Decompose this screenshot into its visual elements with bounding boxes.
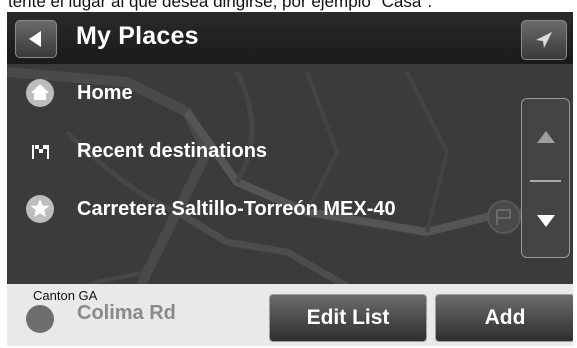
- checkered-flag-icon: [25, 136, 55, 166]
- places-list: Home Recent destinations Carretera Salti…: [7, 64, 512, 333]
- edit-list-button[interactable]: Edit List: [269, 294, 427, 342]
- list-item-recent-destinations[interactable]: Recent destinations: [7, 122, 512, 180]
- navigate-button[interactable]: [521, 20, 567, 60]
- add-button[interactable]: Add: [435, 294, 573, 342]
- map-place-label: Canton GA: [33, 288, 98, 303]
- home-icon: [25, 78, 55, 108]
- list-item-place[interactable]: Carretera Saltillo-Torreón MEX-40: [7, 180, 512, 238]
- page-title: My Places: [76, 22, 199, 50]
- list-item-label: Carretera Saltillo-Torreón MEX-40: [77, 197, 396, 220]
- title-bar: My Places: [7, 12, 573, 64]
- scroll-down-icon: [536, 215, 555, 227]
- scroll-up-icon: [536, 131, 555, 143]
- scroll-down-button[interactable]: [522, 191, 569, 251]
- scrollbar[interactable]: [521, 98, 570, 258]
- star-icon: [25, 194, 55, 224]
- navigation-device-screen: My Places Home Recent destinations Carre…: [7, 12, 573, 346]
- list-item-label: Recent destinations: [77, 139, 268, 162]
- list-item-label: Colima Rd: [77, 302, 176, 324]
- navigate-arrow-icon: [536, 32, 552, 48]
- place-icon: [25, 304, 55, 334]
- list-item-label: Home: [77, 81, 133, 104]
- list-item-home[interactable]: Home: [7, 64, 512, 122]
- scroll-thumb[interactable]: [530, 180, 561, 182]
- scroll-up-button[interactable]: [522, 107, 569, 167]
- back-button[interactable]: [15, 20, 57, 58]
- back-arrow-icon: [29, 31, 41, 47]
